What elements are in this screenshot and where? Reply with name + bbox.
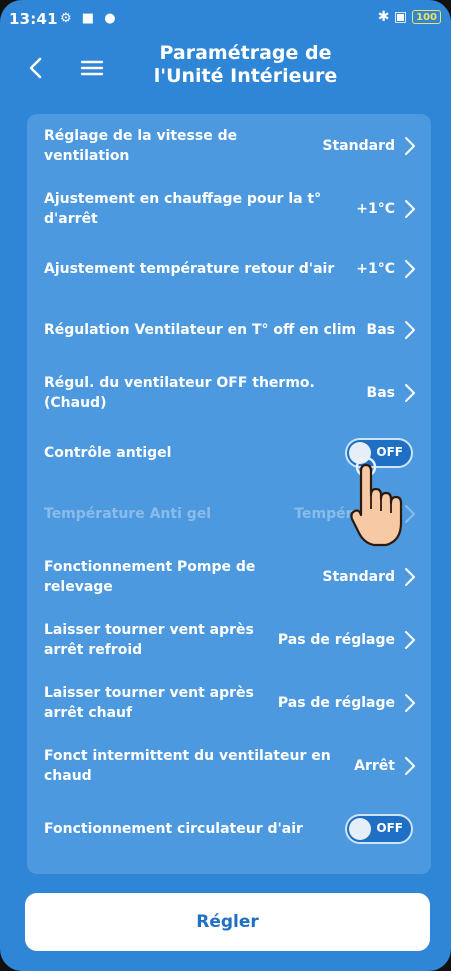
setting-label: Laisser tourner vent après arrêt chauf (44, 684, 254, 721)
back-button[interactable] (18, 48, 58, 88)
tap-hand-icon (350, 457, 403, 547)
setting-value: +1°C (356, 200, 395, 217)
setting-row-fan-after-cooling[interactable]: Laisser tourner vent après arrêt refroid… (27, 608, 431, 671)
phone-screen: 13:41 ⚙ ■ ● ✱ ▣ 100 Paramétrage de l'Uni… (0, 0, 451, 971)
setting-value: Bas (366, 321, 395, 338)
chevron-right-icon (405, 567, 415, 586)
bluetooth-signal-icon: ✱ ▣ (377, 9, 408, 25)
chevron-right-icon (405, 756, 415, 775)
setting-label: Ajustement température retour d'air (44, 261, 335, 277)
setting-row-intermittent-fan[interactable]: Fonct intermittent du ventilateur en cha… (27, 734, 431, 797)
setting-row-fan-off-cooling[interactable]: Régulation Ventilateur en T° off en clim… (27, 298, 431, 361)
setting-row-air-circulator: Fonctionnement circulateur d'air OFF (27, 797, 431, 860)
setting-value: Arrêt (354, 757, 395, 774)
setting-label: Régul. du ventilateur OFF thermo. (Chaud… (44, 374, 315, 411)
air-circulator-toggle[interactable]: OFF (345, 813, 413, 844)
setting-label: Fonct intermittent du ventilateur en cha… (44, 747, 331, 784)
app-header: Paramétrage de l'Unité Intérieure (0, 38, 451, 102)
setting-value: Pas de réglage (277, 631, 395, 648)
hamburger-menu-icon (80, 60, 104, 76)
setting-label: Laisser tourner vent après arrêt refroid (44, 621, 254, 658)
setting-label: Température Anti gel (44, 505, 212, 522)
toggle-state: OFF (376, 820, 403, 835)
chevron-right-icon (405, 320, 415, 339)
chevron-right-icon (405, 693, 415, 712)
setting-row-fan-speed[interactable]: Réglage de la vitesse de ventilation Sta… (27, 114, 431, 177)
setting-row-fan-after-heating[interactable]: Laisser tourner vent après arrêt chauf P… (27, 671, 431, 734)
setting-value: Pas de réglage (277, 694, 395, 711)
setting-label: Régulation Ventilateur en T° off en clim (44, 321, 357, 338)
status-right-icons: ✱ ▣ 100 (378, 9, 441, 25)
apply-button[interactable]: Régler (25, 893, 430, 951)
setting-value: Bas (366, 384, 395, 401)
setting-row-heating-stop-adjust[interactable]: Ajustement en chauffage pour la t° d'arr… (27, 177, 431, 240)
setting-value: +1°C (356, 261, 395, 277)
toggle-knob (349, 817, 371, 840)
page-title: Paramétrage de l'Unité Intérieure (120, 42, 371, 88)
setting-row-fan-off-heating[interactable]: Régul. du ventilateur OFF thermo. (Chaud… (27, 361, 431, 424)
chevron-right-icon (405, 260, 415, 278)
setting-row-drain-pump[interactable]: Fonctionnement Pompe de relevage Standar… (27, 545, 431, 608)
chevron-right-icon (405, 630, 415, 649)
page-title-line2: l'Unité Intérieure (153, 65, 338, 87)
chevron-right-icon (405, 199, 415, 218)
setting-label: Réglage de la vitesse de ventilation (44, 127, 238, 164)
setting-value: Standard (322, 568, 395, 585)
status-bar: 13:41 ⚙ ■ ● ✱ ▣ 100 (0, 0, 451, 36)
setting-value: Standard (322, 137, 395, 154)
battery-icon: 100 (412, 10, 441, 24)
setting-label: Contrôle antigel (44, 445, 172, 461)
notification-icons: ⚙ ■ ● (60, 11, 119, 26)
setting-row-return-air-adjust[interactable]: Ajustement température retour d'air +1°C (27, 240, 431, 298)
page-title-line1: Paramétrage de (159, 42, 332, 64)
setting-label: Fonctionnement circulateur d'air (44, 820, 303, 837)
menu-button[interactable] (72, 48, 112, 88)
chevron-left-icon (29, 57, 42, 79)
setting-label: Ajustement en chauffage pour la t° d'arr… (44, 190, 322, 227)
status-time: 13:41 (9, 10, 58, 28)
chevron-right-icon (405, 383, 415, 402)
setting-label: Fonctionnement Pompe de relevage (44, 558, 256, 595)
chevron-right-icon (405, 136, 415, 155)
